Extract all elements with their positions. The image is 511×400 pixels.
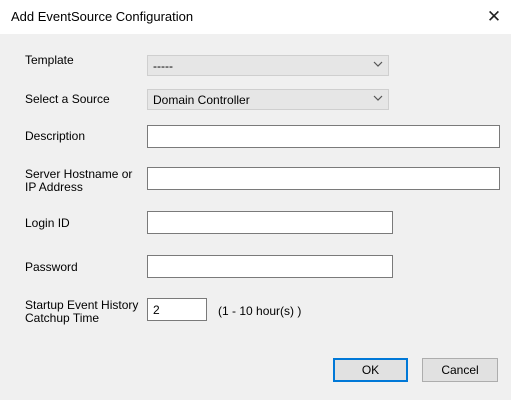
- template-dropdown[interactable]: -----: [147, 55, 389, 76]
- cancel-button[interactable]: Cancel: [422, 358, 498, 382]
- dialog-title: Add EventSource Configuration: [11, 9, 194, 24]
- template-value: -----: [153, 59, 173, 73]
- startup-label-line1: Startup Event History: [25, 298, 139, 312]
- server-label-line1: Server Hostname or: [25, 167, 133, 181]
- password-input[interactable]: [147, 255, 393, 278]
- title-bar: Add EventSource Configuration ✕: [0, 0, 511, 34]
- source-dropdown[interactable]: Domain Controller: [147, 89, 389, 110]
- description-label: Description: [25, 129, 86, 143]
- close-icon[interactable]: ✕: [477, 0, 511, 34]
- login-label: Login ID: [25, 216, 70, 230]
- template-label: Template: [25, 53, 74, 67]
- chevron-down-icon: [373, 95, 383, 101]
- server-hostname-input[interactable]: [147, 167, 500, 190]
- ok-button[interactable]: OK: [333, 358, 408, 382]
- startup-label-line2: Catchup Time: [25, 311, 100, 325]
- source-label: Select a Source: [25, 92, 110, 106]
- server-label-line2: IP Address: [25, 180, 83, 194]
- source-value: Domain Controller: [153, 93, 250, 107]
- catchup-time-value: 2: [153, 303, 160, 317]
- catchup-range-hint: (1 - 10 hour(s) ): [218, 304, 302, 318]
- password-label: Password: [25, 260, 78, 274]
- catchup-time-input[interactable]: 2: [147, 298, 207, 321]
- chevron-down-icon: [373, 61, 383, 67]
- login-id-input[interactable]: [147, 211, 393, 234]
- description-input[interactable]: [147, 125, 500, 148]
